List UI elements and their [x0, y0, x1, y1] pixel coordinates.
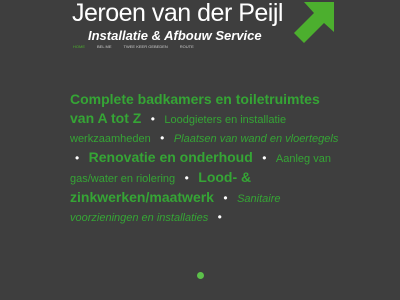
nav-item-bel-me[interactable]: Bel me	[97, 44, 112, 49]
arrow-up-right-icon[interactable]	[290, 2, 334, 44]
services-list: Complete badkamers en toiletruimtes van …	[70, 90, 340, 227]
nav-item-home[interactable]: Home	[73, 44, 85, 49]
bullet-separator: •	[160, 131, 165, 145]
site-title[interactable]: Jeroen van der Peijl	[72, 0, 283, 28]
bullet-separator: •	[223, 191, 228, 205]
bullet-separator: •	[75, 151, 80, 165]
service-item: Plaatsen van wand en vloertegels	[173, 133, 339, 145]
nav-item-route[interactable]: Route	[180, 44, 194, 49]
site-header: Jeroen van der Peijl Installatie & Afbou…	[0, 0, 400, 52]
nav-item-twee-keer-gebeden[interactable]: Twee keer gebeden	[124, 44, 168, 49]
main-nav: Home Bel me Twee keer gebeden Route	[73, 44, 194, 49]
bullet-separator: •	[184, 171, 189, 185]
bullet-separator: •	[150, 112, 155, 126]
site-tagline: Installatie & Afbouw Service	[88, 28, 262, 43]
slide-indicator-dot[interactable]	[197, 272, 204, 279]
bullet-separator: •	[262, 151, 267, 165]
service-item: Renovatie en onderhoud	[88, 149, 253, 165]
bullet-separator: •	[217, 210, 222, 224]
page: Jeroen van der Peijl Installatie & Afbou…	[0, 0, 400, 300]
